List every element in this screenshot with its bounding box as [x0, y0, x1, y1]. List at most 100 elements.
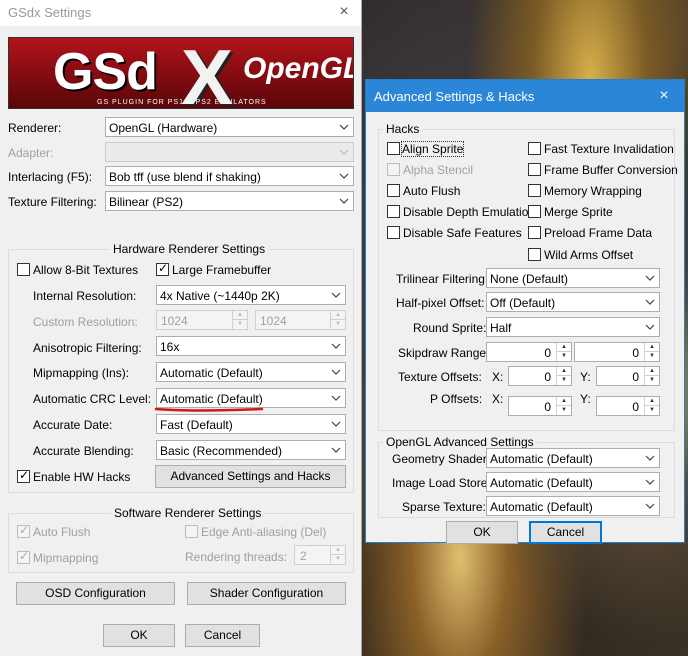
enable-hw-hacks-checkbox[interactable]	[17, 468, 30, 483]
enable-hw-hacks-label: Enable HW Hacks	[33, 470, 131, 484]
p-offsets-y-label: Y:	[580, 392, 591, 406]
spin-buttons[interactable]: ▲ ▼	[232, 311, 247, 329]
spin-buttons[interactable]: ▲ ▼	[644, 343, 659, 361]
chevron-down-icon	[331, 395, 341, 401]
spin-down-icon[interactable]: ▼	[645, 376, 659, 385]
adv-ok-button[interactable]: OK	[446, 521, 518, 544]
accurate-date-select[interactable]: Fast (Default)	[156, 414, 346, 434]
spin-up-icon[interactable]: ▲	[557, 367, 571, 376]
custom-res-width-input[interactable]: 1024 ▲ ▼	[156, 310, 248, 330]
round-sprite-select[interactable]: Half	[486, 317, 660, 337]
aniso-select[interactable]: 16x	[156, 336, 346, 356]
hacks-group-title: Hacks	[383, 122, 423, 136]
osd-configuration-button[interactable]: OSD Configuration	[16, 582, 175, 605]
spin-up-icon[interactable]: ▲	[645, 367, 659, 376]
spin-down-icon[interactable]: ▼	[331, 555, 345, 564]
chevron-down-icon	[331, 447, 341, 453]
red-underline-annotation	[154, 407, 264, 412]
spin-up-icon[interactable]: ▲	[645, 343, 659, 352]
p-offset-y-input[interactable]: 0 ▲ ▼	[596, 396, 660, 416]
spin-down-icon[interactable]: ▼	[331, 320, 345, 329]
texture-offset-y-value: 0	[632, 370, 639, 384]
spin-buttons[interactable]: ▲ ▼	[644, 367, 659, 385]
p-offsets-x-label: X:	[492, 392, 504, 406]
spin-up-icon[interactable]: ▲	[557, 397, 571, 406]
skipdraw-end-input[interactable]: 0 ▲ ▼	[574, 342, 660, 362]
ok-button[interactable]: OK	[103, 624, 175, 647]
mipmapping-select[interactable]: Automatic (Default)	[156, 362, 346, 382]
texture-offset-x-input[interactable]: 0 ▲ ▼	[508, 366, 572, 386]
fb-conversion-checkbox[interactable]	[528, 163, 541, 176]
spin-up-icon[interactable]: ▲	[557, 343, 571, 352]
spin-buttons[interactable]: ▲ ▼	[330, 311, 345, 329]
rendering-threads-input[interactable]: 2 ▲ ▼	[294, 545, 346, 565]
align-sprite-checkbox[interactable]	[387, 142, 400, 155]
p-offset-x-input[interactable]: 0 ▲ ▼	[508, 396, 572, 416]
hardware-group-title: Hardware Renderer Settings	[110, 242, 269, 256]
internal-res-select[interactable]: 4x Native (~1440p 2K)	[156, 285, 346, 305]
shader-configuration-button[interactable]: Shader Configuration	[187, 582, 346, 605]
wild-arms-checkbox[interactable]	[528, 248, 541, 261]
allow-8bit-checkbox[interactable]	[17, 263, 30, 276]
memory-wrapping-label: Memory Wrapping	[544, 184, 642, 198]
large-framebuffer-label: Large Framebuffer	[172, 263, 272, 277]
sw-mipmapping-label: Mipmapping	[33, 551, 99, 565]
sparse-texture-label: Sparse Texture:	[402, 500, 486, 514]
cancel-button[interactable]: Cancel	[185, 624, 260, 647]
spin-down-icon[interactable]: ▼	[557, 376, 571, 385]
spin-up-icon[interactable]: ▲	[233, 311, 247, 320]
preload-frame-checkbox[interactable]	[528, 226, 541, 239]
edge-aa-checkbox[interactable]	[185, 525, 198, 538]
logo-opengl: OpenGL	[243, 52, 354, 85]
spin-buttons[interactable]: ▲ ▼	[556, 343, 571, 361]
image-load-store-select[interactable]: Automatic (Default)	[486, 472, 660, 492]
texture-offset-y-input[interactable]: 0 ▲ ▼	[596, 366, 660, 386]
custom-res-height-input[interactable]: 1024 ▲ ▼	[255, 310, 346, 330]
renderer-select[interactable]: OpenGL (Hardware)	[105, 117, 354, 137]
trilinear-value: None (Default)	[490, 272, 569, 286]
accurate-blending-select[interactable]: Basic (Recommended)	[156, 440, 346, 460]
half-pixel-select[interactable]: Off (Default)	[486, 292, 660, 312]
fast-texture-checkbox[interactable]	[528, 142, 541, 155]
spin-up-icon[interactable]: ▲	[331, 311, 345, 320]
geometry-shader-select[interactable]: Automatic (Default)	[486, 448, 660, 468]
p-offset-x-value: 0	[544, 400, 551, 414]
p-offset-y-value: 0	[632, 400, 639, 414]
texture-filtering-select[interactable]: Bilinear (PS2)	[105, 191, 354, 211]
spin-up-icon[interactable]: ▲	[331, 546, 345, 555]
spin-down-icon[interactable]: ▼	[557, 352, 571, 361]
advanced-settings-button[interactable]: Advanced Settings and Hacks	[155, 465, 346, 488]
alpha-stencil-checkbox[interactable]	[387, 163, 400, 176]
sw-mipmapping-checkbox[interactable]	[17, 549, 30, 564]
large-framebuffer-checkbox[interactable]	[156, 261, 169, 276]
spin-down-icon[interactable]: ▼	[233, 320, 247, 329]
trilinear-label: Trilinear Filtering:	[396, 272, 489, 286]
disable-depth-checkbox[interactable]	[387, 205, 400, 218]
spin-down-icon[interactable]: ▼	[645, 406, 659, 415]
close-icon[interactable]: ×	[644, 80, 684, 112]
round-sprite-value: Half	[490, 321, 512, 335]
image-load-store-value: Automatic (Default)	[490, 476, 593, 490]
spin-up-icon[interactable]: ▲	[645, 397, 659, 406]
spin-down-icon[interactable]: ▼	[645, 352, 659, 361]
sparse-texture-select[interactable]: Automatic (Default)	[486, 496, 660, 516]
hack-auto-flush-checkbox[interactable]	[387, 184, 400, 197]
adapter-select[interactable]	[105, 142, 354, 162]
disable-safe-checkbox[interactable]	[387, 226, 400, 239]
skipdraw-start-input[interactable]: 0 ▲ ▼	[486, 342, 572, 362]
close-icon[interactable]: ×	[327, 0, 361, 26]
merge-sprite-checkbox[interactable]	[528, 205, 541, 218]
interlacing-select[interactable]: Bob tff (use blend if shaking)	[105, 166, 354, 186]
adv-cancel-button[interactable]: Cancel	[529, 521, 602, 544]
texture-offset-x-value: 0	[544, 370, 551, 384]
sw-auto-flush-checkbox[interactable]	[17, 523, 30, 538]
texture-filtering-label: Texture Filtering:	[8, 195, 97, 209]
trilinear-select[interactable]: None (Default)	[486, 268, 660, 288]
spin-buttons[interactable]: ▲ ▼	[556, 397, 571, 415]
align-sprite-label: Align Sprite	[400, 141, 465, 157]
memory-wrapping-checkbox[interactable]	[528, 184, 541, 197]
spin-buttons[interactable]: ▲ ▼	[556, 367, 571, 385]
spin-buttons[interactable]: ▲ ▼	[330, 546, 345, 564]
spin-down-icon[interactable]: ▼	[557, 406, 571, 415]
spin-buttons[interactable]: ▲ ▼	[644, 397, 659, 415]
